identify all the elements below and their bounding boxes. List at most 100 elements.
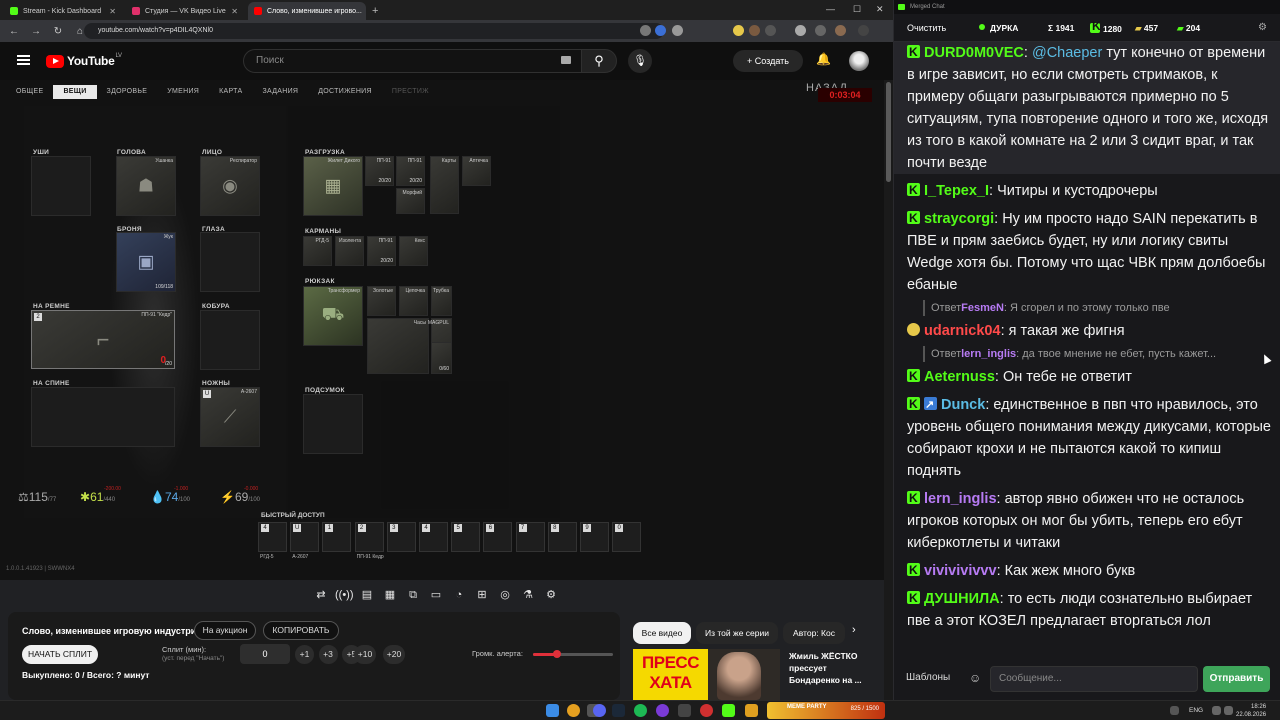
- chip-all-videos[interactable]: Все видео: [633, 622, 691, 644]
- forward-icon[interactable]: →: [30, 26, 42, 37]
- speed-icon[interactable]: ◔: [450, 586, 468, 604]
- extension-icon[interactable]: [765, 25, 776, 36]
- inventory-item[interactable]: Изолента: [335, 236, 364, 266]
- increment-button[interactable]: +10: [354, 645, 376, 664]
- increment-button[interactable]: +1: [295, 645, 314, 664]
- extension-icon[interactable]: [655, 25, 666, 36]
- chat-username[interactable]: lern_inglis: [924, 491, 997, 507]
- game-tab[interactable]: ЗДОРОВЬЕ: [97, 85, 158, 99]
- reply-preview[interactable]: Ответlern_inglis: да твое мнение не ебет…: [923, 346, 1271, 362]
- overlay-icon[interactable]: ▤: [358, 586, 376, 604]
- inventory-item[interactable]: Трубка: [431, 286, 452, 316]
- chat-message[interactable]: DURD0M0VEC: @Chaeper тут конечно от врем…: [894, 42, 1280, 174]
- quickbar-slot[interactable]: 9: [580, 522, 609, 552]
- inventory-item[interactable]: ПП-91 20/20: [367, 236, 396, 266]
- inventory-item[interactable]: Аптечка: [462, 156, 491, 186]
- camera-icon[interactable]: ◎: [496, 586, 514, 604]
- scrollbar-thumb[interactable]: [886, 82, 891, 182]
- loop-icon[interactable]: ⇄: [312, 586, 330, 604]
- inventory-item[interactable]: 0/60: [431, 342, 452, 374]
- extension-icon[interactable]: [733, 25, 744, 36]
- quickbar-slot[interactable]: 7: [515, 522, 545, 552]
- game-tab[interactable]: ОБЩЕЕ: [6, 85, 53, 99]
- chrome-icon[interactable]: [567, 704, 580, 717]
- youtube-logo[interactable]: YouTube LV: [46, 53, 122, 68]
- subtitles-icon[interactable]: ▭: [427, 586, 445, 604]
- app-icon[interactable]: [678, 704, 691, 717]
- quickbar-slot[interactable]: 5: [451, 522, 481, 552]
- chevron-right-icon[interactable]: ›: [852, 624, 856, 636]
- game-tab[interactable]: КАРТА: [209, 85, 252, 99]
- chat-mention[interactable]: @Chaeper: [1032, 45, 1102, 61]
- inventory-item[interactable]: РГД-5: [303, 236, 332, 266]
- steam-icon[interactable]: [612, 704, 625, 717]
- app-icon[interactable]: [656, 704, 669, 717]
- chat-username[interactable]: Aeternuss: [924, 369, 995, 385]
- inventory-item[interactable]: ПП-91 20/20: [365, 156, 394, 186]
- game-widget[interactable]: MEME PARTY 825 / 1500: [767, 702, 885, 719]
- quickbar-slot[interactable]: 0: [612, 522, 642, 552]
- chat-message[interactable]: Aeternuss: Он тебе не ответит: [907, 365, 1271, 388]
- chat-messages[interactable]: DURD0M0VEC: @Chaeper тут конечно от врем…: [894, 42, 1280, 660]
- game-tab[interactable]: ЗАДАНИЯ: [252, 85, 308, 99]
- browser-tab[interactable]: Слово, изменившее игрово...✕: [248, 2, 366, 20]
- inventory-item[interactable]: Кекс: [399, 236, 428, 266]
- chat-username[interactable]: udarnick04: [924, 323, 1001, 339]
- game-tab[interactable]: ПРЕСТИЖ: [382, 85, 439, 99]
- bell-icon[interactable]: 🔔: [816, 52, 831, 66]
- menu-icon[interactable]: [858, 25, 869, 36]
- search-input[interactable]: Поиск: [243, 49, 581, 73]
- clear-button[interactable]: Очистить: [907, 23, 946, 33]
- close-icon[interactable]: ✕: [109, 7, 116, 16]
- quickbar-slot[interactable]: 3: [386, 522, 416, 552]
- chat-message[interactable]: ДУШНИЛА: то есть люди сознательно выбира…: [907, 587, 1271, 632]
- reload-icon[interactable]: ↻: [52, 26, 64, 37]
- network-icon[interactable]: [1212, 706, 1221, 715]
- send-button[interactable]: Отправить: [1203, 666, 1270, 692]
- game-tab[interactable]: УМЕНИЯ: [157, 85, 209, 99]
- gear-icon[interactable]: ⚙: [1258, 22, 1267, 33]
- chip-same-series[interactable]: Из той же серии: [696, 622, 778, 644]
- pip-icon[interactable]: ⧉: [404, 586, 422, 604]
- chat-username[interactable]: straycorgi: [924, 211, 994, 227]
- close-window-icon[interactable]: ✕: [876, 4, 884, 15]
- split-minutes-input[interactable]: 0: [240, 644, 290, 664]
- auction-button[interactable]: На аукцион: [194, 621, 256, 640]
- copy-button[interactable]: КОПИРОВАТЬ: [263, 621, 339, 640]
- video-player[interactable]: ОБЩЕЕ ВЕЩИ ЗДОРОВЬЕ УМЕНИЯ КАРТА ЗАДАНИЯ ДОСТИ…: [0, 80, 884, 580]
- language-indicator[interactable]: ENG: [1189, 707, 1203, 714]
- inventory-item[interactable]: Часы: [367, 318, 429, 374]
- address-bar[interactable]: youtube.com/watch?v=p4DIL4QXNl0: [84, 23, 664, 39]
- browser-tab[interactable]: Студия — VK Видео Live ✕: [126, 2, 244, 20]
- inventory-item[interactable]: Цепочка: [399, 286, 428, 316]
- chat-username[interactable]: vivivivivvv: [924, 563, 997, 579]
- maximize-icon[interactable]: ☐: [853, 4, 861, 15]
- chat-username[interactable]: I_Tepex_I: [924, 183, 989, 199]
- templates-button[interactable]: Шаблоны: [906, 672, 950, 683]
- chat-message[interactable]: Dunck: единственное в пвп что нравилось,…: [907, 393, 1271, 482]
- inventory-item[interactable]: Золотые: [367, 286, 396, 316]
- message-input[interactable]: Сообщение...: [990, 666, 1198, 692]
- increment-button[interactable]: +3: [318, 645, 338, 664]
- broadcast-icon[interactable]: ((•)): [335, 586, 354, 604]
- quickbar-slot[interactable]: 6: [483, 522, 513, 552]
- chat-message[interactable]: lern_inglis: автор явно обижен что не ос…: [907, 487, 1271, 554]
- flask-icon[interactable]: ⚗: [519, 586, 537, 604]
- slider-knob[interactable]: [553, 650, 561, 658]
- chat-message[interactable]: I_Tepex_I: Читиры и кустодрочеры: [907, 179, 1271, 202]
- chat-username[interactable]: ДУШНИЛА: [924, 591, 1000, 607]
- chat-username[interactable]: DURD0M0VEC: [924, 45, 1024, 61]
- app-icon[interactable]: [700, 704, 713, 717]
- back-icon[interactable]: ←: [8, 26, 20, 37]
- download-icon[interactable]: [815, 25, 826, 36]
- clock[interactable]: 18:26 22.08.2026: [1236, 703, 1266, 719]
- increment-button[interactable]: +20: [383, 645, 405, 664]
- quickbar-slot[interactable]: 2 ПП-91 Кедр: [354, 522, 384, 560]
- quickbar-slot[interactable]: 8: [547, 522, 577, 552]
- close-icon[interactable]: ✕: [231, 7, 238, 16]
- create-button[interactable]: + Создать: [733, 50, 803, 72]
- chat-message[interactable]: vivivivivvv: Как жеж много букв: [907, 559, 1271, 582]
- chat-message[interactable]: udarnick04: я такая же фигня: [907, 320, 1271, 342]
- inventory-item[interactable]: Морфий: [396, 188, 425, 214]
- chip-author[interactable]: Автор: Кос: [783, 622, 845, 644]
